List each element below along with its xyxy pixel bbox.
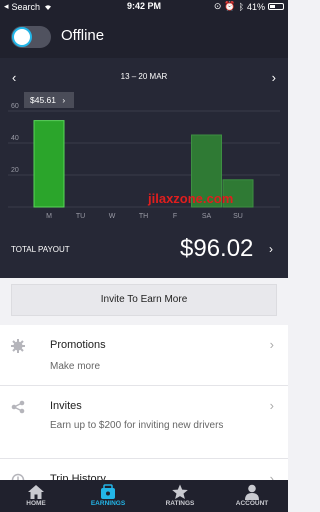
chevron-right-icon: › — [62, 95, 66, 105]
earnings-chart[interactable]: 20 40 60 M TU W TH F SA SU — [0, 58, 288, 233]
status-bar: ◂ Search 9:42 PM ⊙ ⏰ ᛒ 41% — [0, 0, 288, 14]
tab-earnings[interactable]: EARNINGS — [72, 480, 144, 512]
x-tick-label: TH — [139, 213, 148, 220]
list-item-title: Invites — [50, 400, 82, 412]
y-tick-label: 40 — [11, 135, 19, 142]
driver-status-header: Offline — [0, 14, 288, 58]
list-item-subtitle: Make more — [50, 361, 101, 372]
x-tick-label: TU — [76, 213, 85, 220]
chevron-right-icon[interactable]: › — [269, 242, 273, 256]
y-tick-label: 60 — [11, 103, 19, 110]
tab-label: EARNINGS — [90, 500, 126, 507]
x-tick-label: SA — [202, 213, 212, 220]
alarm-icon: ⏰ — [224, 1, 236, 11]
tab-label: RATINGS — [165, 500, 195, 507]
share-icon — [11, 400, 25, 414]
list-item-subtitle: Earn up to $200 for inviting new drivers — [50, 420, 224, 431]
lock-rotation-icon: ⊙ — [213, 1, 222, 11]
total-payout-value[interactable]: $96.02 — [180, 235, 253, 263]
bar-m[interactable] — [33, 120, 65, 208]
account-icon — [245, 484, 259, 500]
list-item-invites[interactable]: Invites Earn up to $200 for inviting new… — [0, 386, 288, 459]
battery-percent: 41% — [246, 1, 265, 12]
x-tick-label: M — [46, 213, 52, 220]
x-tick-label: W — [109, 213, 116, 220]
tab-account[interactable]: ACCOUNT — [216, 480, 288, 512]
battery-icon — [268, 3, 284, 10]
x-tick-label: F — [173, 213, 177, 220]
driver-status-label: Offline — [61, 27, 105, 44]
y-tick-label: 20 — [11, 167, 19, 174]
toggle-knob[interactable] — [12, 27, 32, 47]
bottom-tab-bar: HOME EARNINGS RATINGS ACCOUNT — [0, 480, 288, 512]
tab-home[interactable]: HOME — [0, 480, 72, 512]
selected-amount: $45.61 — [30, 95, 56, 105]
list-item-title: Promotions — [50, 339, 106, 351]
chevron-right-icon: › — [269, 337, 274, 352]
invite-to-earn-more-button[interactable]: Invite To Earn More — [11, 284, 277, 316]
tab-label: ACCOUNT — [235, 500, 269, 507]
total-payout-label: TOTAL PAYOUT — [11, 245, 70, 254]
bluetooth-icon: ᛒ — [238, 1, 244, 12]
chevron-right-icon: › — [269, 398, 274, 413]
earnings-options-list: Promotions Make more › Invites Earn up t… — [0, 325, 288, 500]
weekly-earnings-panel: ‹ 13 – 20 MAR › 20 40 60 M TU W TH F SA SU $45.61… — [0, 58, 288, 278]
list-item-promotions[interactable]: Promotions Make more › — [0, 325, 288, 386]
star-icon — [172, 484, 188, 499]
wallet-icon — [101, 484, 115, 499]
tab-label: HOME — [26, 500, 46, 507]
home-icon — [28, 485, 44, 499]
online-toggle[interactable] — [11, 26, 51, 48]
selected-day-tooltip[interactable]: $45.61 › — [24, 92, 74, 108]
tab-ratings[interactable]: RATINGS — [144, 480, 216, 512]
watermark: jilaxzone.com — [148, 191, 234, 206]
x-tick-label: SU — [233, 213, 243, 220]
gear-icon — [11, 339, 25, 353]
